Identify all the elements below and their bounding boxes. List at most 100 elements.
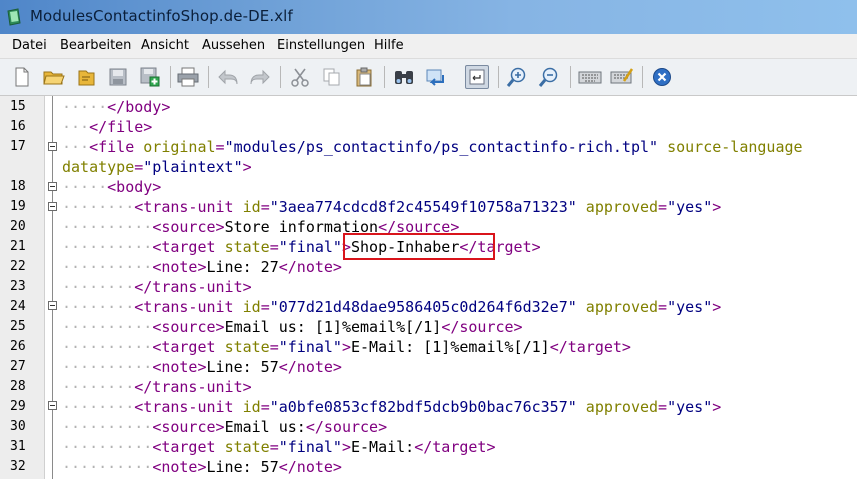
fold-toggle-icon[interactable] (48, 301, 57, 310)
code-line[interactable]: ··········<target state="final">E-Mail: … (62, 337, 631, 357)
new-file-icon[interactable] (10, 65, 34, 89)
token-tag: </trans-unit> (134, 278, 252, 296)
indent-guide: ·········· (62, 358, 153, 376)
token-str: "final" (278, 238, 342, 256)
code-line[interactable]: ··········<source>Email us:</source> (62, 417, 387, 437)
menu-datei[interactable]: Datei (12, 38, 47, 53)
code-line[interactable]: ········<trans-unit id="a0bfe0853cf82bdf… (62, 397, 721, 417)
save-as-icon[interactable] (138, 65, 162, 89)
undo-icon[interactable] (216, 65, 240, 89)
open-recent-icon[interactable] (74, 65, 98, 89)
print-icon[interactable] (176, 65, 200, 89)
indent-guide: ·········· (62, 458, 153, 476)
code-line[interactable]: ··········<source>Email us: [1]%email%[/… (62, 317, 523, 337)
find-icon[interactable] (392, 65, 416, 89)
token-str: "3aea774cdcd8f2c45549f10758a71323" (269, 198, 577, 216)
token-tag: </target> (414, 438, 496, 456)
code-line[interactable]: ··········<note>Line: 27</note> (62, 257, 342, 277)
code-line[interactable]: ········</trans-unit> (62, 277, 252, 297)
cut-icon[interactable] (288, 65, 312, 89)
token-tag: = (269, 438, 279, 456)
token-tag: <target (152, 338, 225, 356)
menu-bearbeiten[interactable]: Bearbeiten (60, 38, 131, 53)
fold-toggle-icon[interactable] (48, 142, 57, 151)
token-str: "modules/ps_contactinfo/ps_contactinfo-r… (224, 138, 659, 156)
token-attr: id (242, 298, 261, 316)
token-tag: <note> (152, 458, 207, 476)
line-number: 22 (10, 259, 26, 274)
line-number: 30 (10, 419, 26, 434)
code-line[interactable]: ···<file original="modules/ps_contactinf… (62, 137, 803, 157)
app-icon (6, 8, 22, 26)
code-line[interactable]: ··········<target state="final">E-Mail:<… (62, 437, 496, 457)
close-icon[interactable] (650, 65, 674, 89)
code-line[interactable]: ········<trans-unit id="3aea774cdcd8f2c4… (62, 197, 721, 217)
keyboard-icon[interactable] (578, 65, 602, 89)
token-tag: > (341, 438, 351, 456)
zoom-out-icon[interactable] (537, 65, 561, 89)
token-txt: Line: 27 (206, 258, 279, 276)
toolbar-separator (280, 66, 281, 88)
title-bar[interactable]: ModulesContactinfoShop.de-DE.xlf (0, 0, 857, 34)
menu-aussehen[interactable]: Aussehen (202, 38, 265, 53)
token-tag: </source> (305, 418, 388, 436)
fold-toggle-icon[interactable] (48, 401, 57, 410)
save-icon[interactable] (106, 65, 130, 89)
token-str: "yes" (667, 198, 713, 216)
line-number: 16 (10, 119, 26, 134)
code-editor[interactable]: ·····</body> ···</file> ···<file original=… (0, 96, 857, 479)
token-attr: approved (585, 298, 659, 316)
token-attr: source-language (667, 138, 803, 156)
edit-settings-icon[interactable] (610, 65, 634, 89)
token-attr: id (242, 398, 261, 416)
code-line[interactable]: ···</file> (62, 117, 152, 137)
token-attr: state (224, 338, 270, 356)
word-wrap-icon[interactable] (465, 65, 489, 89)
token-txt: Line: 57 (206, 458, 279, 476)
line-number: 21 (10, 239, 26, 254)
line-number: 31 (10, 439, 26, 454)
menu-hilfe[interactable]: Hilfe (374, 38, 404, 53)
line-number: 26 (10, 339, 26, 354)
code-line[interactable]: datatype="plaintext"> (62, 157, 252, 177)
token-tag: > (242, 158, 252, 176)
token-tag: <target (152, 238, 225, 256)
fold-toggle-icon[interactable] (48, 202, 57, 211)
replace-icon[interactable] (424, 65, 448, 89)
code-line[interactable]: ········</trans-unit> (62, 377, 252, 397)
token-txt: E-Mail: [1]%email%[/1] (351, 338, 550, 356)
code-line[interactable]: ········<trans-unit id="077d21d48dae9586… (62, 297, 721, 317)
token-tag: </body> (107, 98, 171, 116)
fold-toggle-icon[interactable] (48, 182, 57, 191)
code-line[interactable]: ·····</body> (62, 97, 170, 117)
toolbar-separator (642, 66, 643, 88)
line-number: 19 (10, 199, 26, 214)
token-str: "final" (278, 338, 342, 356)
menu-ansicht[interactable]: Ansicht (141, 38, 189, 53)
token-str: "a0bfe0853cf82bdf5dcb9b0bac76c357" (269, 398, 577, 416)
code-line[interactable]: ··········<note>Line: 57</note> (62, 357, 342, 377)
token-tag: <trans-unit (134, 398, 243, 416)
token-tag: <source> (152, 418, 225, 436)
line-number: 25 (10, 319, 26, 334)
paste-icon[interactable] (352, 65, 376, 89)
token-tag: <note> (152, 358, 207, 376)
zoom-in-icon[interactable] (505, 65, 529, 89)
token-attr: state (224, 438, 270, 456)
indent-guide: ·········· (62, 318, 153, 336)
indent-guide: ········ (62, 398, 135, 416)
copy-icon[interactable] (320, 65, 344, 89)
open-folder-icon[interactable] (42, 65, 66, 89)
code-line[interactable]: ·····<body> (62, 177, 161, 197)
redo-icon[interactable] (248, 65, 272, 89)
menu-einstellungen[interactable]: Einstellungen (277, 38, 365, 53)
code-line[interactable]: ··········<note>Line: 57</note> (62, 457, 342, 477)
toolbar-separator (570, 66, 571, 88)
token-tag: <trans-unit (134, 298, 243, 316)
token-attr: id (242, 198, 261, 216)
token-tag: = (134, 158, 144, 176)
token-tag: <body> (107, 178, 162, 196)
line-number: 15 (10, 99, 26, 114)
token-str: "yes" (667, 298, 713, 316)
token-tag: <target (152, 438, 225, 456)
